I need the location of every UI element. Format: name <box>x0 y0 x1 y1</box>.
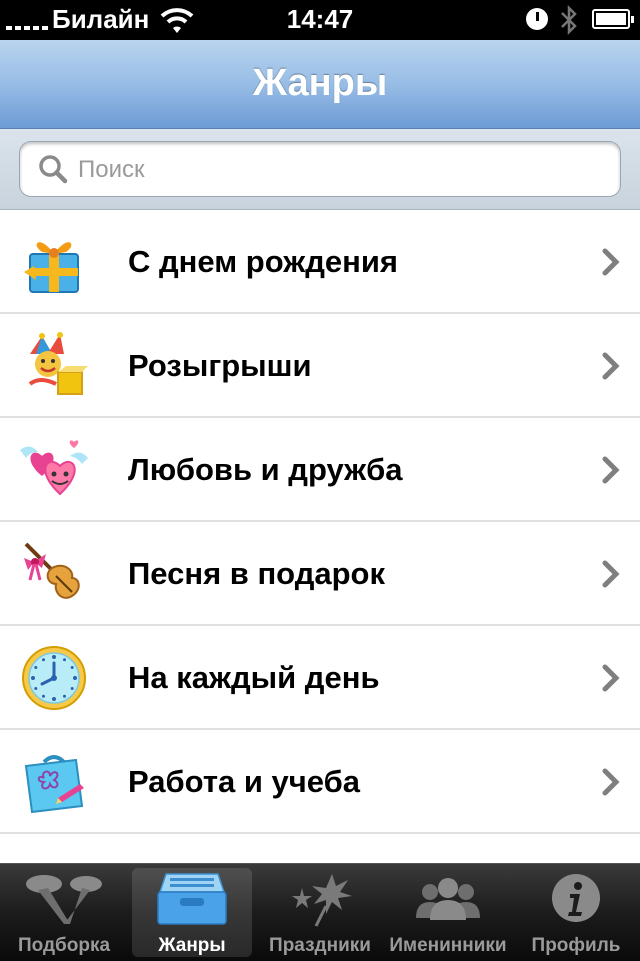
violin-icon <box>24 542 80 599</box>
genre-row-pranks[interactable]: Розыгрыши <box>0 314 640 418</box>
search-bar <box>0 129 640 210</box>
chevron-right-icon <box>602 560 620 588</box>
tab-label: Подборка <box>17 935 111 956</box>
partial-icon <box>20 852 88 863</box>
chevron-right-icon <box>602 248 620 276</box>
info-icon <box>552 874 600 922</box>
genre-label: На каждый день <box>128 660 380 695</box>
tab-prazdniki[interactable]: Праздники <box>256 864 384 961</box>
gift-icon <box>24 242 79 293</box>
tab-label: Праздники <box>269 935 371 956</box>
tab-label: Жанры <box>158 935 226 956</box>
genre-label: Работа и учеба <box>128 764 360 799</box>
clock-icon <box>22 646 86 710</box>
genre-row-love[interactable]: Любовь и дружба <box>0 418 640 522</box>
genre-label: Розыгрыши <box>128 348 312 383</box>
navigation-bar: Жанры <box>0 40 640 129</box>
genre-row-every-day[interactable]: На каждый день <box>0 626 640 730</box>
battery-icon <box>592 9 634 29</box>
chevron-right-icon <box>602 664 620 692</box>
tab-bar: Подборка Жанры Праздники Именинники Проф… <box>0 863 640 961</box>
chevron-right-icon <box>602 352 620 380</box>
genre-row-partial[interactable] <box>0 834 640 863</box>
briefcase-icon <box>24 755 84 814</box>
alarm-clock-icon <box>526 8 548 30</box>
people-icon <box>416 878 480 920</box>
tab-imeninniki[interactable]: Именинники <box>384 864 512 961</box>
genre-label: С днем рождения <box>128 244 399 279</box>
status-bar: Билайн 14:47 <box>0 0 640 40</box>
chevron-right-icon <box>602 456 620 484</box>
genre-row-birthday[interactable]: С днем рождения <box>0 210 640 314</box>
search-icon <box>39 155 68 184</box>
fireworks-icon <box>292 874 352 927</box>
tab-label: Именинники <box>389 935 507 956</box>
tab-podborka[interactable]: Подборка <box>0 864 128 961</box>
tab-zhanry[interactable]: Жанры <box>128 864 256 961</box>
inbox-icon <box>157 873 227 925</box>
genre-list: С днем рождения Розыгрыши Любовь и дружб… <box>0 210 640 863</box>
page-title: Жанры <box>252 62 388 104</box>
search-input[interactable] <box>76 150 600 190</box>
search-box[interactable] <box>19 141 621 197</box>
genre-label: Песня в подарок <box>128 556 386 591</box>
jester-icon <box>28 332 88 395</box>
hearts-icon <box>20 440 88 496</box>
genre-label: Любовь и дружба <box>128 452 403 487</box>
spotlight-icon <box>26 875 102 924</box>
chevron-right-icon <box>602 768 620 796</box>
bluetooth-icon <box>561 4 577 36</box>
genre-row-work-study[interactable]: Работа и учеба <box>0 730 640 834</box>
genre-row-song-gift[interactable]: Песня в подарок <box>0 522 640 626</box>
tab-label: Профиль <box>531 935 621 956</box>
tab-profil[interactable]: Профиль <box>512 864 640 961</box>
